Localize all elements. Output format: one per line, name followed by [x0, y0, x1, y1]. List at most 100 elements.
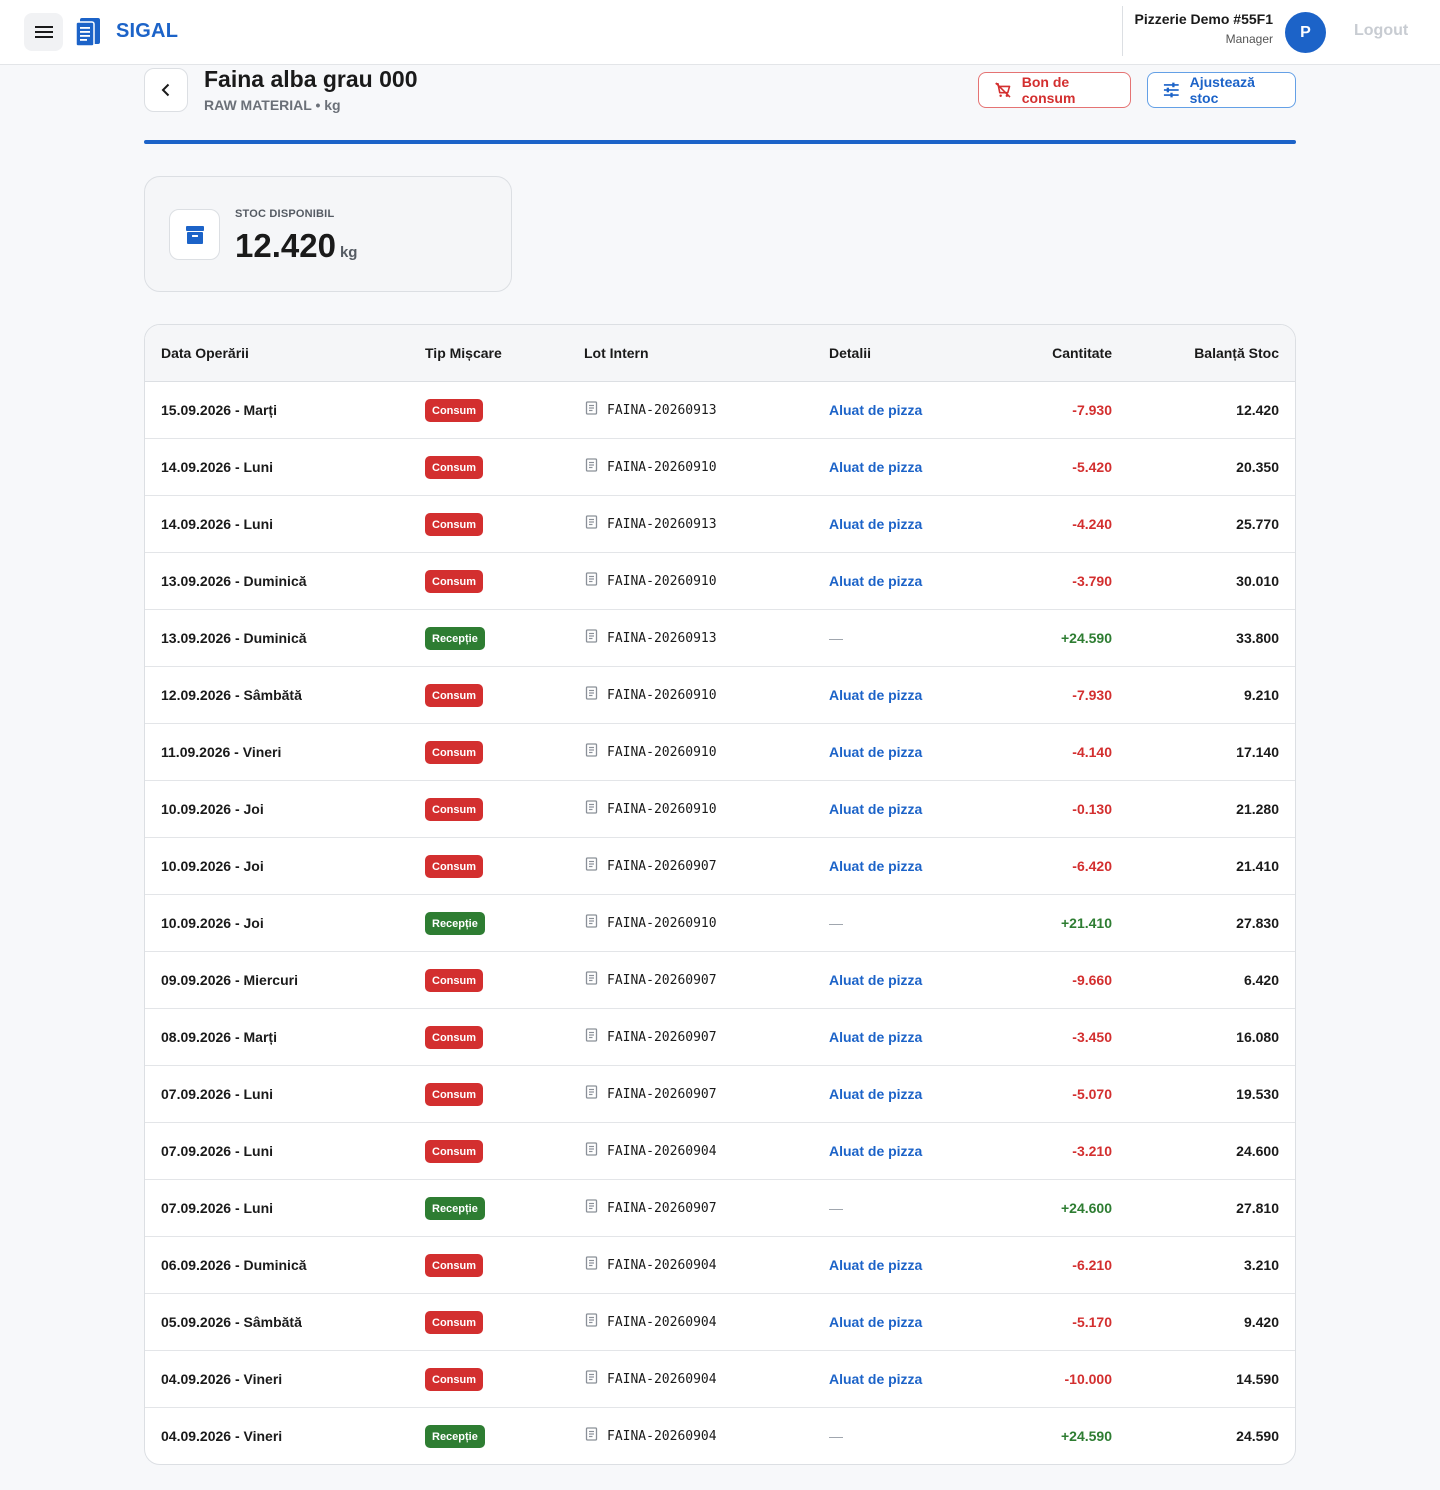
details-link[interactable]: Aluat de pizza [829, 1314, 922, 1330]
cell-lot: FAINA-20260910 [585, 800, 717, 818]
table-row[interactable]: 07.09.2026 - Luni Consum FAINA-20260904 Alu… [145, 1123, 1295, 1180]
menu-button[interactable] [24, 13, 63, 51]
table-row[interactable]: 14.09.2026 - Luni Consum FAINA-20260913 Alu… [145, 496, 1295, 553]
col-header-lot[interactable]: Lot Intern [584, 345, 649, 361]
details-link[interactable]: Aluat de pizza [829, 858, 922, 874]
lot-code: FAINA-20260910 [607, 459, 717, 475]
lot-code: FAINA-20260907 [607, 858, 717, 874]
col-header-qty[interactable]: Cantitate [1052, 345, 1112, 361]
table-row[interactable]: 10.09.2026 - Joi Consum FAINA-20260907 Alua… [145, 838, 1295, 895]
cell-date: 04.09.2026 - Vineri [161, 1428, 283, 1444]
table-row[interactable]: 09.09.2026 - Miercuri Consum FAINA-2026090… [145, 952, 1295, 1009]
movements-table: Data Operării Tip Mișcare Lot Intern Det… [144, 324, 1296, 1465]
cell-quantity: +24.590 [1061, 630, 1112, 646]
cell-lot: FAINA-20260910 [585, 572, 717, 590]
cell-date: 10.09.2026 - Joi [161, 915, 264, 931]
cell-date: 12.09.2026 - Sâmbătă [161, 687, 302, 703]
table-row[interactable]: 08.09.2026 - Marți Consum FAINA-20260907 Al… [145, 1009, 1295, 1066]
table-row[interactable]: 14.09.2026 - Luni Consum FAINA-20260910 Alu… [145, 439, 1295, 496]
details-link[interactable]: Aluat de pizza [829, 1371, 922, 1387]
cell-balance: 27.830 [1236, 915, 1279, 931]
bon-consum-button[interactable]: Bon de consum [978, 72, 1131, 108]
cell-lot: FAINA-20260904 [585, 1427, 717, 1445]
lot-icon [585, 743, 598, 761]
tune-icon [1163, 82, 1179, 98]
logout-button[interactable]: Logout [1354, 22, 1408, 40]
movement-type-badge: Consum [425, 1311, 483, 1334]
details-link[interactable]: Aluat de pizza [829, 1143, 922, 1159]
cell-date: 07.09.2026 - Luni [161, 1200, 274, 1216]
details-link[interactable]: Aluat de pizza [829, 516, 922, 532]
table-row[interactable]: 07.09.2026 - Luni Consum FAINA-20260907 Alu… [145, 1066, 1295, 1123]
table-row[interactable]: 10.09.2026 - Joi Consum FAINA-20260910 Alua… [145, 781, 1295, 838]
table-row[interactable]: 12.09.2026 - Sâmbătă Consum FAINA-20260910… [145, 667, 1295, 724]
cell-date: 07.09.2026 - Luni [161, 1143, 274, 1159]
lot-icon [585, 857, 598, 875]
details-link[interactable]: Aluat de pizza [829, 459, 922, 475]
lot-code: FAINA-20260907 [607, 1086, 717, 1102]
col-header-date[interactable]: Data Operării [161, 345, 249, 361]
table-row[interactable]: 10.09.2026 - Joi Recepție FAINA-20260910 — +… [145, 895, 1295, 952]
movement-type-badge: Consum [425, 855, 483, 878]
cell-quantity: -5.070 [1072, 1086, 1112, 1102]
details-link[interactable]: Aluat de pizza [829, 402, 922, 418]
cell-lot: FAINA-20260907 [585, 1085, 717, 1103]
cell-lot: FAINA-20260913 [585, 629, 717, 647]
details-link[interactable]: Aluat de pizza [829, 744, 922, 760]
cell-date: 04.09.2026 - Vineri [161, 1371, 283, 1387]
back-button[interactable] [144, 68, 188, 112]
table-row[interactable]: 11.09.2026 - Vineri Consum FAINA-20260910 A… [145, 724, 1295, 781]
table-row[interactable]: 04.09.2026 - Vineri Consum FAINA-20260904 A… [145, 1351, 1295, 1408]
details-link[interactable]: Aluat de pizza [829, 1086, 922, 1102]
movement-type-badge: Consum [425, 1368, 483, 1391]
col-header-balance[interactable]: Balanță Stoc [1194, 345, 1279, 361]
table-row[interactable]: 13.09.2026 - Duminică Consum FAINA-2026091… [145, 553, 1295, 610]
cell-quantity: +21.410 [1061, 915, 1112, 931]
cell-quantity: -3.790 [1072, 573, 1112, 589]
lot-icon [585, 1256, 598, 1274]
table-row[interactable]: 05.09.2026 - Sâmbătă Consum FAINA-20260904… [145, 1294, 1295, 1351]
table-row[interactable]: 15.09.2026 - Marți Consum FAINA-20260913 Al… [145, 382, 1295, 439]
movement-type-badge: Recepție [425, 1425, 485, 1448]
ajusteaza-stoc-button[interactable]: Ajustează stoc [1147, 72, 1296, 108]
stock-icon-box [169, 209, 220, 260]
lot-code: FAINA-20260904 [607, 1371, 717, 1387]
lot-code: FAINA-20260907 [607, 1200, 717, 1216]
lot-code: FAINA-20260904 [607, 1143, 717, 1159]
lot-icon [585, 800, 598, 818]
lot-icon [585, 686, 598, 704]
app-name: SIGAL [116, 20, 179, 42]
table-header: Data Operării Tip Mișcare Lot Intern Det… [145, 325, 1295, 382]
details-link[interactable]: Aluat de pizza [829, 687, 922, 703]
cell-date: 06.09.2026 - Duminică [161, 1257, 307, 1273]
cell-balance: 24.590 [1236, 1428, 1279, 1444]
table-row[interactable]: 04.09.2026 - Vineri Recepție FAINA-2026090… [145, 1408, 1295, 1464]
col-header-details[interactable]: Detalii [829, 345, 871, 361]
cell-lot: FAINA-20260904 [585, 1370, 717, 1388]
lot-code: FAINA-20260910 [607, 687, 717, 703]
details-link[interactable]: Aluat de pizza [829, 573, 922, 589]
logo-icon [75, 18, 100, 47]
cell-lot: FAINA-20260910 [585, 743, 717, 761]
cell-lot: FAINA-20260910 [585, 686, 717, 704]
cell-balance: 27.810 [1236, 1200, 1279, 1216]
lot-icon [585, 1085, 598, 1103]
cell-balance: 6.420 [1243, 972, 1279, 988]
details-link[interactable]: Aluat de pizza [829, 801, 922, 817]
details-link[interactable]: Aluat de pizza [829, 1257, 922, 1273]
details-link[interactable]: Aluat de pizza [829, 1029, 922, 1045]
stock-unit: kg [339, 244, 358, 261]
movement-type-badge: Consum [425, 969, 483, 992]
lot-code: FAINA-20260913 [607, 516, 717, 532]
table-row[interactable]: 06.09.2026 - Duminică Consum FAINA-2026090… [145, 1237, 1295, 1294]
table-row[interactable]: 07.09.2026 - Luni Recepție FAINA-20260907 —… [145, 1180, 1295, 1237]
details-link[interactable]: Aluat de pizza [829, 972, 922, 988]
details-empty: — [829, 1428, 843, 1444]
col-header-type[interactable]: Tip Mișcare [425, 345, 502, 361]
movement-type-badge: Recepție [425, 912, 485, 935]
cell-balance: 33.800 [1236, 630, 1279, 646]
cell-quantity: -0.130 [1072, 801, 1112, 817]
avatar[interactable]: P [1285, 12, 1326, 53]
table-row[interactable]: 13.09.2026 - Duminică Recepție FAINA-20260… [145, 610, 1295, 667]
org-name: Pizzerie Demo #55F1 [1134, 11, 1273, 27]
